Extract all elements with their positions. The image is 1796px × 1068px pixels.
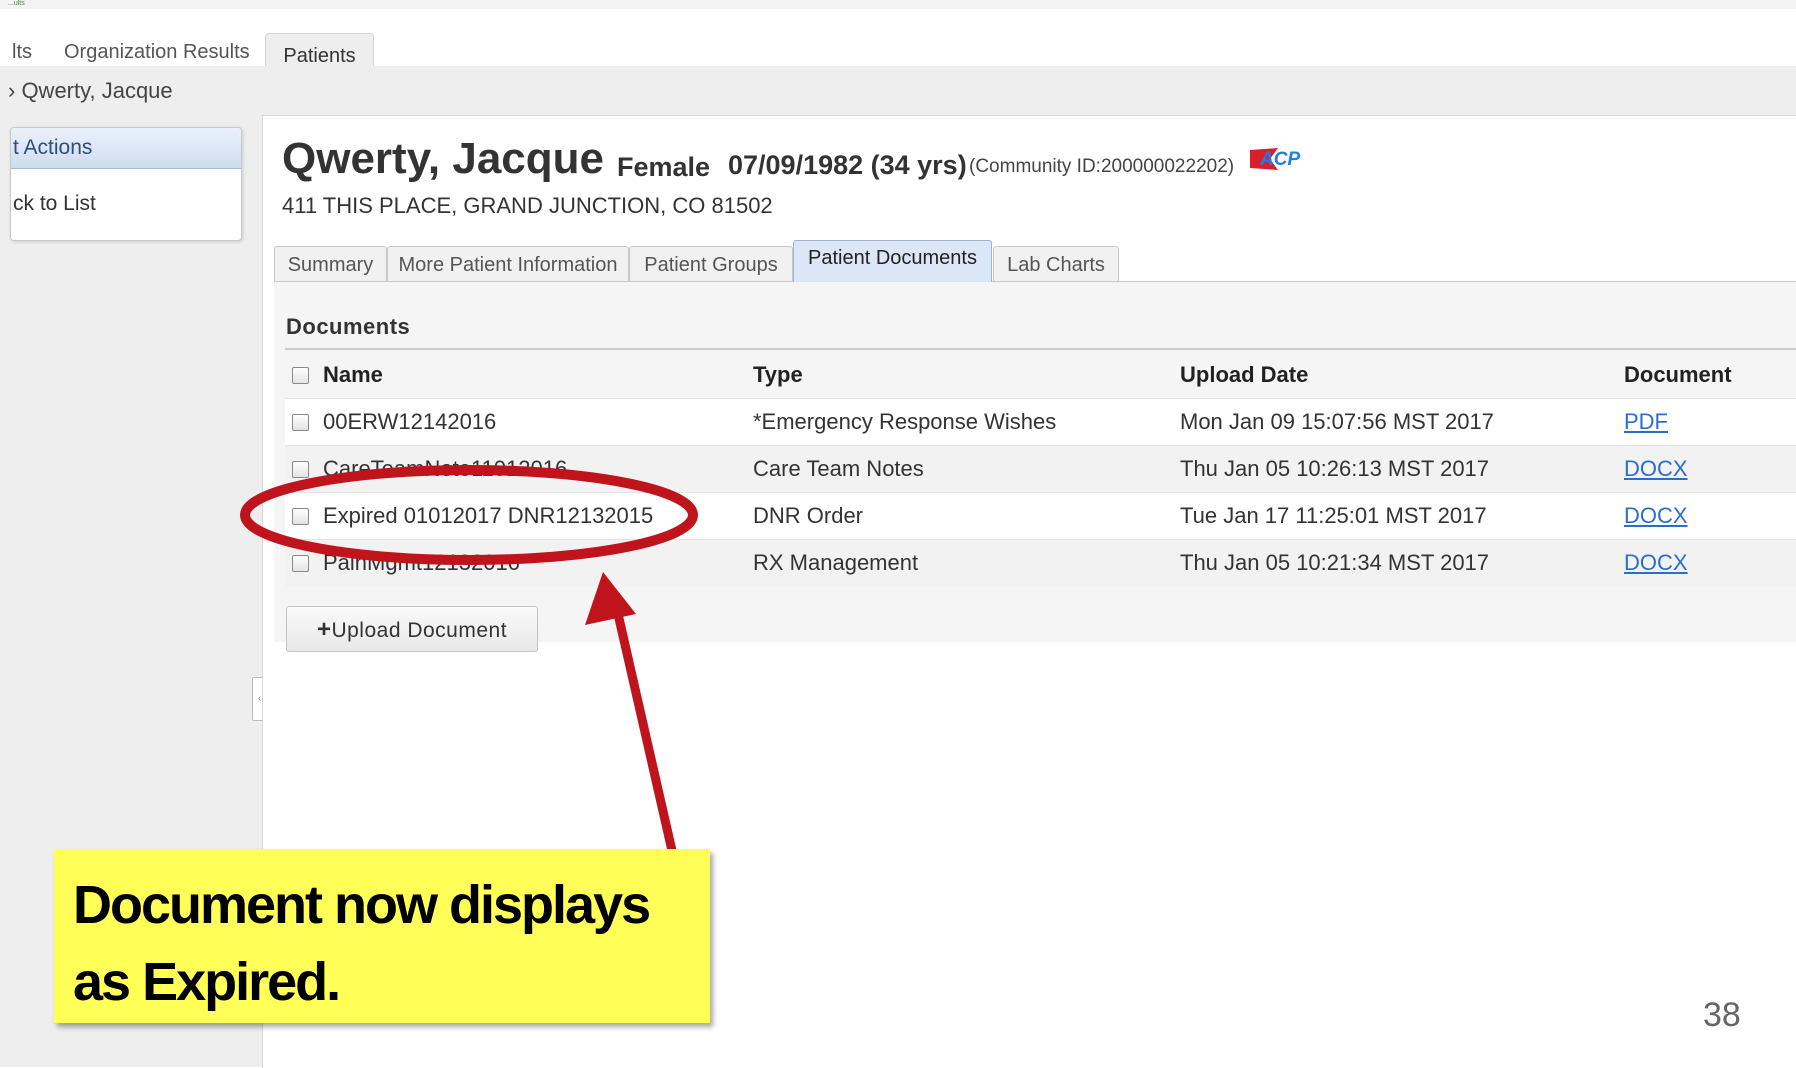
table-row: Expired 01012017 DNR12132015 DNR Order T… [285,492,1796,540]
cell-type: Care Team Notes [753,445,1180,493]
table-row: PainMgmt12132016 RX Management Thu Jan 0… [285,539,1796,586]
upload-document-label: Upload Document [331,619,508,642]
patient-address: 411 THIS PLACE, GRAND JUNCTION, CO 81502 [282,193,773,218]
window-top-strip [0,0,1796,9]
column-header-name-label: Name [323,362,383,387]
cell-upload-date: Mon Jan 09 15:07:56 MST 2017 [1180,398,1624,446]
upload-document-button[interactable]: +Upload Document [286,606,538,652]
table-row: 00ERW12142016 *Emergency Response Wishes… [285,398,1796,446]
row-checkbox[interactable] [292,461,309,478]
acp-flag-icon: ACP [1250,148,1300,170]
patient-actions-panel: t Actions ck to List [10,127,242,241]
cell-type: DNR Order [753,492,1180,540]
cell-upload-date: Thu Jan 05 10:21:34 MST 2017 [1180,539,1624,586]
top-truncated-text: ...ults [8,0,25,7]
patient-community-id: (Community ID:200000022202) [969,156,1235,177]
document-link[interactable]: DOCX [1624,550,1688,575]
cell-upload-date: Tue Jan 17 11:25:01 MST 2017 [1180,492,1624,540]
column-header-upload-date[interactable]: Upload Date [1180,352,1624,399]
patient-dob: 07/09/1982 (34 yrs) [728,150,967,180]
document-name: Expired 01012017 DNR12132015 [323,503,654,528]
select-all-checkbox[interactable] [292,367,309,384]
documents-section: Documents Name Type Upload Date Document… [274,282,1796,642]
documents-title: Documents [286,314,411,339]
cell-name: Expired 01012017 DNR12132015 [285,492,753,540]
document-name: CareTeamNote11012016 [323,456,568,481]
cell-type: RX Management [753,539,1180,586]
tab-patient-documents[interactable]: Patient Documents [793,240,992,282]
row-checkbox[interactable] [292,508,309,525]
breadcrumb[interactable]: › Qwerty, Jacque [8,78,173,104]
cell-name: PainMgmt12132016 [285,539,753,586]
cell-document: DOCX [1624,539,1796,586]
column-header-type[interactable]: Type [753,352,1180,399]
document-link[interactable]: PDF [1624,409,1668,434]
plus-icon: + [316,616,332,643]
patient-tabs: Summary More Patient Information Patient… [274,240,1796,282]
column-header-document[interactable]: Document [1624,352,1796,399]
cell-name: 00ERW12142016 [285,398,753,446]
document-link[interactable]: DOCX [1624,503,1688,528]
back-to-list-link[interactable]: ck to List [13,192,96,216]
row-checkbox[interactable] [292,555,309,572]
acp-flag-label: ACP [1259,149,1300,170]
patient-sex: Female [617,152,711,182]
tab-more-patient-information[interactable]: More Patient Information [387,246,629,281]
cell-document: DOCX [1624,492,1796,540]
cell-upload-date: Thu Jan 05 10:26:13 MST 2017 [1180,445,1624,493]
actions-header[interactable]: t Actions [11,128,241,169]
cell-name: CareTeamNote11012016 [285,445,753,493]
row-checkbox[interactable] [292,414,309,431]
topnav-item-organization-results[interactable]: Organization Results [64,41,250,64]
tab-patient-groups[interactable]: Patient Groups [629,246,793,281]
cell-document: PDF [1624,398,1796,446]
slide-page-number: 38 [1703,996,1741,1034]
document-name: PainMgmt12132016 [323,550,520,575]
cell-type: *Emergency Response Wishes [753,398,1180,446]
document-link[interactable]: DOCX [1624,456,1688,481]
document-name: 00ERW12142016 [323,409,497,434]
column-header-name: Name [285,352,753,399]
top-navigation: lts Organization Results Patients [0,9,1796,76]
tab-lab-charts[interactable]: Lab Charts [993,246,1119,281]
annotation-callout: Document now displays as Expired. [54,849,710,1023]
callout-line-1: Document now displays [73,875,651,935]
table-row: CareTeamNote11012016 Care Team Notes Thu… [285,445,1796,493]
callout-line-2: as Expired. [73,952,341,1012]
patient-name: Qwerty, Jacque [282,134,604,183]
breadcrumb-bar: › Qwerty, Jacque [0,66,1796,115]
documents-table: Name Type Upload Date Document 00ERW1214… [285,352,1796,586]
documents-divider [285,348,1796,350]
table-header-row: Name Type Upload Date Document [285,352,1796,399]
tab-summary[interactable]: Summary [274,246,387,281]
topnav-item-results[interactable]: lts [12,41,32,64]
cell-document: DOCX [1624,445,1796,493]
